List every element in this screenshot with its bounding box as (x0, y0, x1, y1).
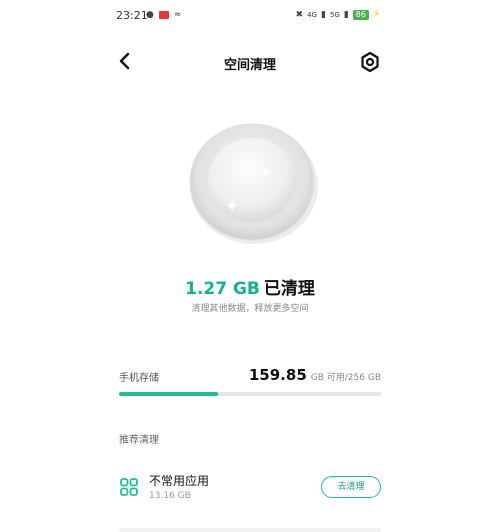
settings-button[interactable] (358, 50, 382, 74)
item-size: 13.16 GB (149, 491, 191, 501)
storage-available: 159.85 (248, 366, 307, 384)
storage-progress-fill (119, 392, 218, 396)
cleanup-bowl-illustration (188, 120, 318, 244)
cleaned-label: 已清理 (263, 279, 315, 299)
charging-icon: ⚡ (372, 9, 380, 20)
storage-progress-bar (119, 392, 381, 396)
header: 空间清理 (0, 44, 500, 80)
signal-icon-2: ▮ (343, 9, 349, 20)
weibo-icon: ● (146, 10, 154, 20)
storage-unit: GB 可用/256 GB (310, 373, 381, 383)
cleaned-result: 1.27 GB 已清理 (0, 274, 500, 299)
storage-value: 159.85 GB 可用/256 GB (249, 366, 381, 384)
item-name: 不常用应用 (149, 474, 210, 488)
storage-label: 手机存储 (119, 373, 159, 384)
network-5g: 5G (329, 10, 340, 19)
app-badge-icon (158, 11, 169, 19)
status-left-icons: ● ≈ (146, 10, 181, 20)
nfc-icon: ≈ (173, 10, 182, 20)
go-clean-button[interactable]: 去清理 (321, 476, 381, 498)
network-4g: 4G (307, 10, 317, 19)
apps-grid-icon (120, 478, 138, 496)
signal-icon: ▮ (320, 9, 326, 20)
page-title: 空间清理 (223, 58, 276, 73)
cleaned-amount: 1.27 GB (185, 279, 260, 299)
hexagon-settings-icon (361, 51, 379, 73)
status-right: ✖ 4G ▮ 5G ▮ 86 ⚡ (296, 9, 380, 20)
result-subtitle: 清理其他数据，释放更多空间 (191, 304, 309, 314)
battery-level: 86 (352, 9, 369, 20)
list-item-unused-apps[interactable]: 不常用应用 13.16 GB 去清理 (112, 462, 388, 512)
status-time: 23:21 (116, 9, 148, 22)
status-bar: 23:21 ● ≈ ✖ 4G ▮ 5G ▮ 86 ⚡ (0, 0, 500, 34)
next-item-peek (119, 528, 381, 532)
mute-icon: ✖ (295, 9, 304, 20)
recommend-section-title: 推荐清理 (119, 435, 159, 446)
